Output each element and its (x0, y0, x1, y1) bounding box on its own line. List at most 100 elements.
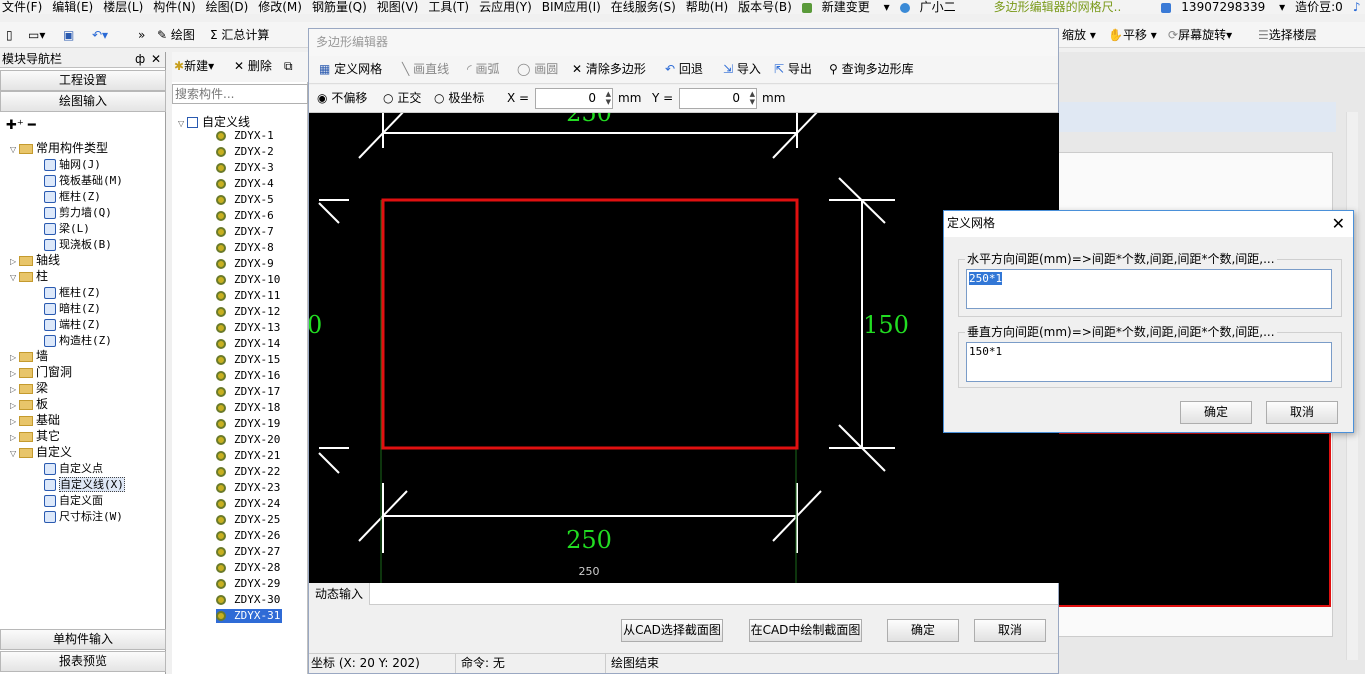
open-folder-icon[interactable]: ▭▾ (28, 27, 45, 43)
nav-tree-item[interactable]: 端柱(Z) (44, 317, 101, 332)
nav-folder[interactable]: ▷ 轴线 (10, 253, 60, 269)
component-list-item[interactable]: ZDYX-24 (216, 497, 280, 511)
component-list-item[interactable]: ZDYX-12 (216, 305, 280, 319)
component-list-item[interactable]: ZDYX-25 (216, 513, 280, 527)
nav-tree-item[interactable]: 尺寸标注(W) (44, 509, 123, 524)
nav-tree-item[interactable]: 梁(L) (44, 221, 90, 236)
guangxiaoer-button[interactable]: 广小二 (899, 1, 966, 14)
dialog-cancel-button[interactable]: 取消 (1266, 401, 1338, 424)
component-root[interactable]: ▽ 自定义线 (178, 113, 250, 130)
y-input[interactable]: 0 ▲ ▼ (679, 88, 757, 109)
dynamic-input-tab[interactable]: 动态输入 (309, 583, 371, 605)
collapsed-icon[interactable]: ▷ (10, 350, 19, 365)
component-list-item[interactable]: ZDYX-10 (216, 273, 280, 287)
close-icon[interactable]: ✕ (151, 52, 161, 67)
component-list-item[interactable]: ZDYX-15 (216, 353, 280, 367)
more-icon[interactable]: » (138, 27, 145, 43)
expanded-icon[interactable]: ▽ (10, 142, 19, 157)
pan-button[interactable]: ✋平移 ▾ (1108, 27, 1157, 43)
export-button[interactable]: ⇱ 导出 (774, 61, 812, 77)
nav-tree-item[interactable]: 构造柱(Z) (44, 333, 112, 348)
component-list-item[interactable]: ZDYX-7 (216, 225, 274, 239)
menu-tools[interactable]: 工具(T) (428, 1, 469, 14)
nav-tree-item[interactable]: 自定义线(X) (44, 477, 125, 492)
radio-orthogonal[interactable]: ○ 正交 (383, 90, 421, 106)
nav-tree-item[interactable]: 自定义点 (44, 461, 103, 476)
dialog-ok-button[interactable]: 确定 (1180, 401, 1252, 424)
component-list-item[interactable]: ZDYX-26 (216, 529, 280, 543)
radio-polar[interactable]: ○ 极坐标 (434, 90, 484, 106)
radio-no-offset[interactable]: ◉ 不偏移 (317, 90, 367, 106)
nav-tree-item[interactable]: 暗柱(Z) (44, 301, 101, 316)
menu-help[interactable]: 帮助(H) (686, 1, 728, 14)
menu-modify[interactable]: 修改(M) (258, 1, 302, 14)
horizontal-spacing-input[interactable]: 250*1 (966, 269, 1332, 309)
nav-folder[interactable]: ▷ 基础 (10, 413, 60, 429)
summary-button[interactable]: Σ 汇总计算 (210, 27, 269, 43)
component-list-item[interactable]: ZDYX-20 (216, 433, 280, 447)
nav-folder[interactable]: ▷ 板 (10, 397, 48, 413)
menu-online[interactable]: 在线服务(S) (611, 1, 676, 14)
collapsed-icon[interactable]: ▷ (10, 430, 19, 445)
component-list-item[interactable]: ZDYX-18 (216, 401, 280, 415)
expanded-icon[interactable]: ▽ (10, 446, 19, 461)
nav-tree-item[interactable]: 框柱(Z) (44, 285, 101, 300)
menu-floor[interactable]: 楼层(L) (103, 1, 143, 14)
undo-icon[interactable]: ↶▾ (92, 27, 108, 43)
save-icon[interactable]: ▣ (63, 27, 74, 43)
single-input-button[interactable]: 单构件输入 (0, 629, 166, 650)
component-list-item[interactable]: ZDYX-29 (216, 577, 280, 591)
project-settings-button[interactable]: 工程设置 (0, 70, 166, 91)
draw-in-cad-button[interactable]: 在CAD中绘制截面图 (749, 619, 862, 642)
component-list-item[interactable]: ZDYX-30 (216, 593, 280, 607)
nav-tree-item[interactable]: 框柱(Z) (44, 189, 101, 204)
nav-folder[interactable]: ▷ 梁 (10, 381, 48, 397)
menu-edit[interactable]: 编辑(E) (52, 1, 93, 14)
component-list-item[interactable]: ZDYX-8 (216, 241, 274, 255)
component-list-item[interactable]: ZDYX-11 (216, 289, 280, 303)
collapse-icon[interactable]: ▽ (178, 119, 187, 128)
dialog-close-icon[interactable]: ✕ (1332, 211, 1345, 236)
collapsed-icon[interactable]: ▷ (10, 398, 19, 413)
nav-tree-item[interactable]: 现浇板(B) (44, 237, 112, 252)
define-grid-button[interactable]: ▦ 定义网格 (319, 61, 382, 77)
collapsed-icon[interactable]: ▷ (10, 414, 19, 429)
component-list-item[interactable]: ZDYX-28 (216, 561, 280, 575)
new-component-button[interactable]: ✱新建▾ (174, 58, 214, 74)
nav-folder[interactable]: ▽ 柱 (10, 269, 48, 285)
component-list-item[interactable]: ZDYX-13 (216, 321, 280, 335)
polygon-rectangle[interactable] (381, 198, 799, 450)
collapsed-icon[interactable]: ▷ (10, 366, 19, 381)
menu-rebar[interactable]: 钢筋量(Q) (312, 1, 367, 14)
bell-icon[interactable]: ♪ (1353, 1, 1361, 14)
component-list-item[interactable]: ZDYX-14 (216, 337, 280, 351)
undo-button[interactable]: ↶ 回退 (665, 61, 703, 77)
menu-view[interactable]: 视图(V) (377, 1, 419, 14)
component-list-item[interactable]: ZDYX-1 (216, 129, 274, 143)
copy-icon[interactable]: ⧉ (284, 58, 293, 74)
nav-folder[interactable]: ▷ 门窗洞 (10, 365, 72, 381)
expanded-icon[interactable]: ▽ (10, 270, 19, 285)
draw-button[interactable]: ✎ 绘图 (157, 27, 195, 43)
report-preview-button[interactable]: 报表预览 (0, 651, 166, 672)
component-list-item[interactable]: ZDYX-6 (216, 209, 274, 223)
nav-folder[interactable]: ▷ 墙 (10, 349, 48, 365)
component-list-item[interactable]: ZDYX-27 (216, 545, 280, 559)
component-list-item[interactable]: ZDYX-3 (216, 161, 274, 175)
menu-cloud[interactable]: 云应用(Y) (479, 1, 532, 14)
menu-component[interactable]: 构件(N) (153, 1, 195, 14)
query-library-button[interactable]: ⚲ 查询多边形库 (829, 61, 914, 77)
expand-collapse-icons[interactable]: ✚⁺ ━ (6, 118, 36, 133)
component-list-item[interactable]: ZDYX-9 (216, 257, 274, 271)
nav-tree-item[interactable]: 剪力墙(Q) (44, 205, 112, 220)
pin-icon[interactable]: ф (135, 52, 145, 67)
clear-polygon-button[interactable]: ✕ 清除多边形 (572, 61, 646, 77)
component-list-item[interactable]: ZDYX-22 (216, 465, 280, 479)
component-list-item[interactable]: ZDYX-17 (216, 385, 280, 399)
delete-component-button[interactable]: ✕ 删除 (234, 58, 272, 74)
collapsed-icon[interactable]: ▷ (10, 382, 19, 397)
component-list-item[interactable]: ZDYX-21 (216, 449, 280, 463)
component-list-item[interactable]: ZDYX-19 (216, 417, 280, 431)
menu-file[interactable]: 文件(F) (2, 1, 42, 14)
x-spinner[interactable]: ▲ ▼ (601, 90, 611, 106)
